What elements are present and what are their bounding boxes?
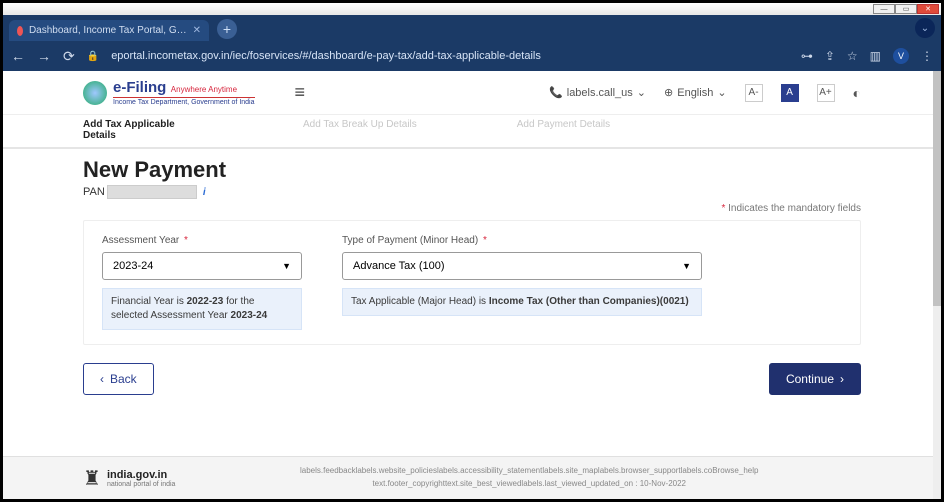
assessment-year-hint: Financial Year is 2022-23 for the select…	[102, 288, 302, 330]
chevron-down-icon[interactable]: ⌄	[915, 18, 935, 38]
chevron-down-icon: ⌄	[637, 86, 646, 99]
caret-down-icon: ▼	[682, 261, 691, 271]
chevron-down-icon: ⌄	[717, 86, 726, 99]
footer-links: labels.feedbacklabels.website_policiesla…	[205, 465, 853, 491]
reload-icon[interactable]: ⟳	[63, 48, 75, 65]
favicon-icon	[17, 26, 23, 36]
chevron-right-icon: ›	[840, 372, 844, 386]
call-label: labels.call_us	[567, 87, 633, 99]
globe-icon: ⊕	[664, 86, 673, 99]
assessment-year-label: Assessment Year *	[102, 235, 302, 246]
browser-toolbar: ← → ⟳ 🔒 eportal.incometax.gov.in/iec/fos…	[3, 41, 941, 71]
continue-button[interactable]: Continue ›	[769, 363, 861, 395]
os-maximize-button[interactable]: ▭	[895, 4, 917, 14]
assessment-year-value: 2023-24	[113, 260, 153, 272]
os-titlebar: — ▭ ✕	[3, 3, 941, 15]
brand-tagline: Anywhere Anytime	[171, 85, 237, 94]
footer-logo[interactable]: ♜ india.gov.in national portal of india	[83, 466, 175, 491]
payment-type-hint: Tax Applicable (Major Head) is Income Ta…	[342, 288, 702, 316]
close-tab-icon[interactable]: ✕	[193, 25, 201, 36]
font-increase-button[interactable]: A+	[817, 84, 835, 102]
payment-type-select[interactable]: Advance Tax (100) ▼	[342, 252, 702, 280]
language-label: English	[677, 87, 713, 99]
assessment-year-select[interactable]: 2023-24 ▼	[102, 252, 302, 280]
contrast-icon[interactable]: ◐	[853, 85, 861, 101]
stepper: Add Tax Applicable Details Add Tax Break…	[3, 115, 941, 149]
mandatory-note: * Indicates the mandatory fields	[83, 203, 861, 214]
pan-label: PAN	[83, 186, 105, 198]
os-minimize-button[interactable]: —	[873, 4, 895, 14]
chevron-left-icon: ‹	[100, 372, 104, 386]
site-logo[interactable]: e-Filing Anywhere Anytime Income Tax Dep…	[83, 79, 255, 106]
back-icon[interactable]: ←	[11, 48, 25, 64]
address-bar[interactable]: eportal.incometax.gov.in/iec/foservices/…	[111, 50, 789, 62]
form-card: Assessment Year * 2023-24 ▼ Financial Ye…	[83, 220, 861, 345]
font-normal-button[interactable]: A	[781, 84, 799, 102]
key-icon[interactable]: ⊶	[801, 49, 813, 63]
stepper-step-active: Add Tax Applicable Details	[83, 119, 203, 141]
menu-icon[interactable]: ⋮	[921, 49, 933, 63]
footer-india-label: india.gov.in	[107, 469, 176, 481]
caret-down-icon: ▼	[282, 261, 291, 271]
stepper-step: Add Tax Break Up Details	[303, 119, 417, 141]
star-icon[interactable]: ☆	[847, 49, 858, 63]
pan-value-masked	[107, 185, 197, 199]
tab-title: Dashboard, Income Tax Portal, G…	[29, 25, 187, 36]
payment-type-label: Type of Payment (Minor Head) *	[342, 235, 702, 246]
new-tab-button[interactable]: +	[217, 19, 237, 39]
call-us-dropdown[interactable]: 📞 labels.call_us ⌄	[549, 86, 646, 99]
site-header: e-Filing Anywhere Anytime Income Tax Dep…	[3, 71, 941, 115]
payment-type-value: Advance Tax (100)	[353, 260, 445, 272]
forward-icon[interactable]: →	[37, 48, 51, 64]
share-icon[interactable]: ⇪	[825, 49, 835, 63]
brand-dept: Income Tax Department, Government of Ind…	[113, 97, 255, 106]
browser-tabstrip: Dashboard, Income Tax Portal, G… ✕ + ⌄	[3, 15, 941, 41]
brand-text: e-Filing	[113, 79, 166, 96]
os-close-button[interactable]: ✕	[917, 4, 939, 14]
browser-tab[interactable]: Dashboard, Income Tax Portal, G… ✕	[9, 20, 209, 41]
site-footer: ♜ india.gov.in national portal of india …	[3, 456, 933, 499]
hamburger-icon[interactable]: ≡	[295, 82, 306, 103]
info-icon[interactable]: i	[203, 187, 206, 198]
phone-icon: 📞	[549, 86, 563, 99]
extensions-icon[interactable]: ▥	[870, 49, 881, 63]
pan-row: PAN i	[83, 185, 861, 199]
profile-avatar[interactable]: V	[893, 48, 909, 64]
scrollbar-thumb[interactable]	[933, 71, 941, 306]
emblem-icon	[83, 81, 107, 105]
back-button[interactable]: ‹ Back	[83, 363, 154, 395]
language-dropdown[interactable]: ⊕ English ⌄	[664, 86, 727, 99]
lock-icon: 🔒	[87, 51, 99, 62]
footer-natl-label: national portal of india	[107, 481, 176, 488]
page-body: e-Filing Anywhere Anytime Income Tax Dep…	[3, 71, 941, 499]
page-title: New Payment	[83, 157, 861, 183]
stepper-step: Add Payment Details	[517, 119, 610, 141]
font-decrease-button[interactable]: A-	[745, 84, 763, 102]
ashoka-emblem-icon: ♜	[83, 466, 101, 491]
